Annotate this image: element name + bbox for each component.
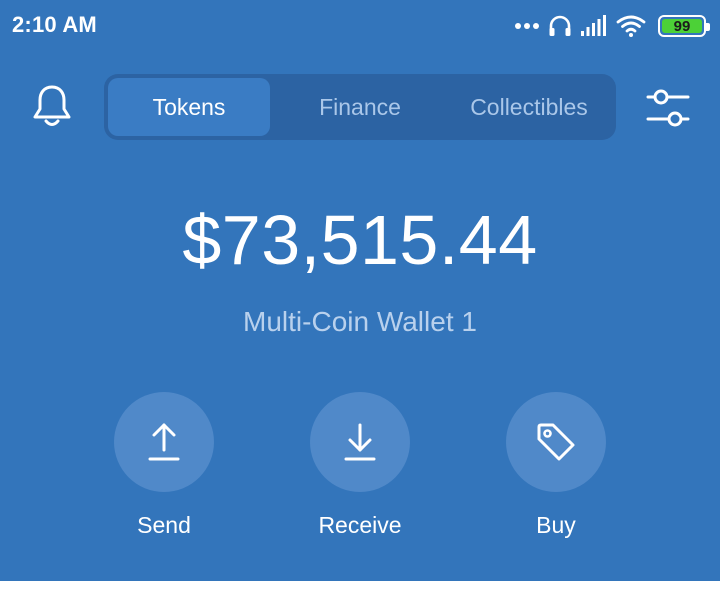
wifi-icon [616, 15, 646, 37]
send-label: Send [137, 512, 191, 538]
status-bar: 2:10 AM 99 [0, 0, 720, 52]
download-arrow-icon [344, 423, 376, 461]
settings-filter-button[interactable] [640, 80, 696, 136]
send-circle [114, 392, 214, 492]
status-time: 2:10 AM [12, 12, 97, 37]
battery-tip [706, 23, 710, 31]
notifications-button[interactable] [26, 80, 78, 132]
asset-tabs: Tokens Finance Collectibles [104, 74, 616, 140]
receive-label: Receive [318, 512, 402, 538]
wallet-balance: $73,515.44 [182, 201, 538, 279]
battery-level: 99 [673, 17, 691, 35]
signal-icon [580, 15, 608, 37]
tab-collectibles[interactable]: Collectibles [444, 78, 614, 136]
upload-arrow-icon [148, 423, 180, 461]
wallet-name[interactable]: Multi-Coin Wallet 1 [0, 306, 720, 338]
send-button[interactable]: Send [104, 392, 224, 539]
bell-icon [33, 85, 71, 126]
buy-button[interactable]: Buy [496, 392, 616, 539]
sliders-icon [646, 89, 690, 127]
receive-button[interactable]: Receive [300, 392, 420, 539]
wallet-screen: 2:10 AM 99 Tokens Finance Collectibles $… [0, 0, 720, 581]
buy-circle [506, 392, 606, 492]
buy-label: Buy [536, 512, 576, 538]
headphones-icon [548, 14, 572, 38]
receive-circle [310, 392, 410, 492]
battery-icon: 99 [658, 15, 710, 37]
tab-finance[interactable]: Finance [276, 78, 444, 136]
price-tag-icon [537, 423, 575, 461]
status-icons: 99 [514, 10, 710, 42]
more-dots-icon [514, 22, 540, 30]
tab-tokens[interactable]: Tokens [108, 78, 270, 136]
